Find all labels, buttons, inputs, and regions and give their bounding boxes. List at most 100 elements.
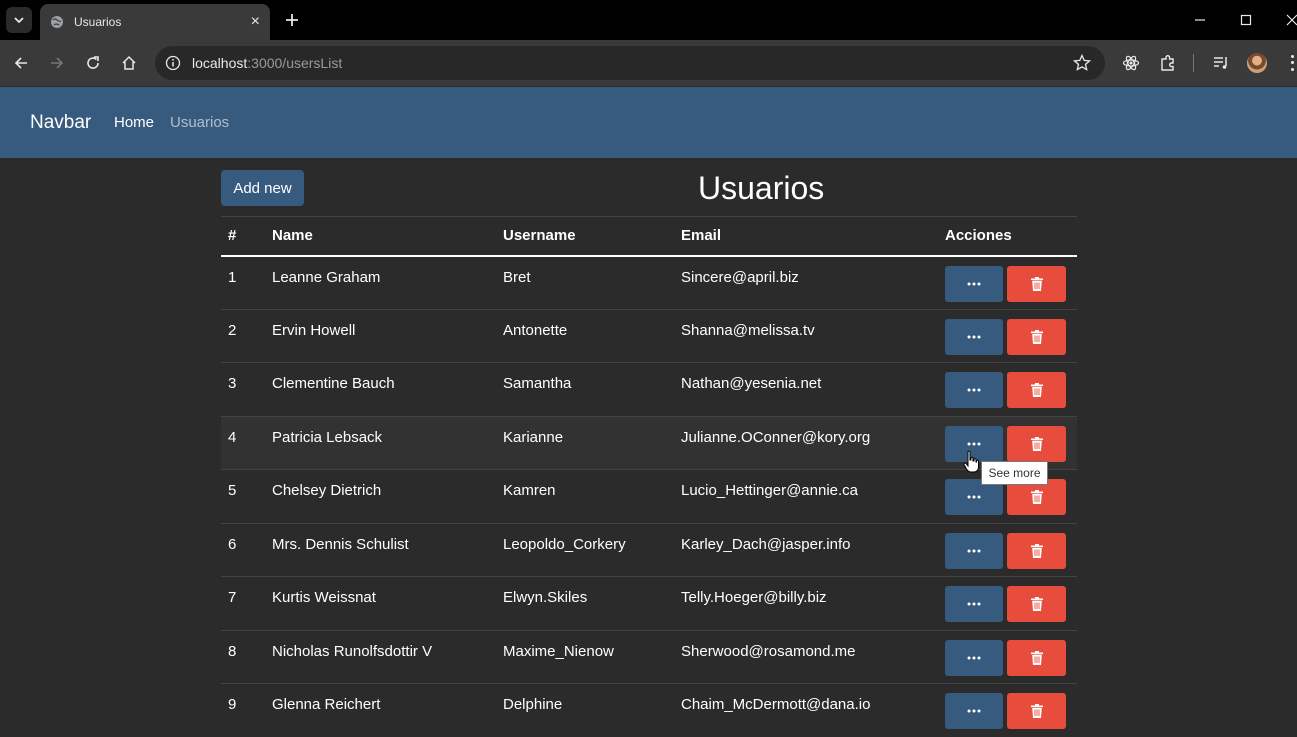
cell-id: 7 <box>221 577 265 631</box>
cell-email: Chaim_McDermott@dana.io <box>674 684 938 737</box>
nav-link-usuarios[interactable]: Usuarios <box>170 114 229 131</box>
see-more-button[interactable] <box>945 693 1003 729</box>
trash-icon <box>1031 277 1043 291</box>
arrow-right-icon <box>49 55 65 71</box>
cell-name: Patricia Lebsack <box>265 416 496 470</box>
table-row: 6Mrs. Dennis SchulistLeopoldo_CorkeryKar… <box>221 523 1077 577</box>
cell-id: 5 <box>221 470 265 524</box>
table-row: 7Kurtis WeissnatElwyn.SkilesTelly.Hoeger… <box>221 577 1077 631</box>
page-title: Usuarios <box>698 170 824 207</box>
globe-icon <box>50 15 64 29</box>
table-row: 4Patricia LebsackKarianneJulianne.OConne… <box>221 416 1077 470</box>
add-new-button[interactable]: Add new <box>221 170 304 206</box>
delete-button[interactable] <box>1007 426 1066 462</box>
cell-name: Nicholas Runolfsdottir V <box>265 630 496 684</box>
cell-email: Nathan@yesenia.net <box>674 363 938 417</box>
arrow-left-icon <box>13 55 29 71</box>
see-more-button[interactable] <box>945 533 1003 569</box>
profile-avatar[interactable] <box>1247 53 1267 73</box>
minimize-button[interactable] <box>1188 8 1212 32</box>
table-row: 9Glenna ReichertDelphineChaim_McDermott@… <box>221 684 1077 737</box>
app-navbar: Navbar Home Usuarios <box>0 87 1297 158</box>
close-tab-icon[interactable]: × <box>251 14 260 30</box>
delete-button[interactable] <box>1007 319 1066 355</box>
reload-button[interactable] <box>81 51 105 75</box>
cell-email: Telly.Hoeger@billy.biz <box>674 577 938 631</box>
close-window-button[interactable] <box>1280 8 1297 32</box>
reload-icon <box>85 55 101 71</box>
table-row: 3Clementine BauchSamanthaNathan@yesenia.… <box>221 363 1077 417</box>
cell-actions <box>938 523 1077 577</box>
close-icon <box>1286 14 1297 26</box>
tab-title: Usuarios <box>74 15 251 29</box>
cell-id: 2 <box>221 309 265 363</box>
trash-icon <box>1031 544 1043 558</box>
maximize-icon <box>1240 14 1252 26</box>
table-row: 2Ervin HowellAntonetteShanna@melissa.tv <box>221 309 1077 363</box>
media-controls-button[interactable] <box>1211 53 1231 73</box>
forward-button[interactable] <box>45 51 69 75</box>
cell-id: 8 <box>221 630 265 684</box>
react-devtools-icon[interactable] <box>1121 53 1141 73</box>
cell-actions <box>938 630 1077 684</box>
maximize-button[interactable] <box>1234 8 1258 32</box>
trash-icon <box>1031 651 1043 665</box>
ellipsis-icon <box>967 709 981 713</box>
see-more-tooltip: See more <box>981 461 1048 485</box>
address-bar[interactable]: localhost:3000/usersList <box>155 46 1105 80</box>
trash-icon <box>1031 383 1043 397</box>
table-row: 8Nicholas Runolfsdottir VMaxime_NienowSh… <box>221 630 1077 684</box>
cell-username: Elwyn.Skiles <box>496 577 674 631</box>
see-more-button[interactable] <box>945 586 1003 622</box>
cell-id: 1 <box>221 256 265 310</box>
delete-button[interactable] <box>1007 533 1066 569</box>
delete-button[interactable] <box>1007 586 1066 622</box>
home-button[interactable] <box>117 51 141 75</box>
cell-actions <box>938 309 1077 363</box>
info-icon[interactable] <box>165 55 181 71</box>
cell-email: Sherwood@rosamond.me <box>674 630 938 684</box>
browser-toolbar: localhost:3000/usersList <box>0 40 1297 86</box>
cell-email: Julianne.OConner@kory.org <box>674 416 938 470</box>
delete-button[interactable] <box>1007 372 1066 408</box>
tab-search-button[interactable] <box>6 7 32 33</box>
new-tab-button[interactable] <box>280 8 304 32</box>
see-more-button[interactable] <box>945 372 1003 408</box>
cell-username: Bret <box>496 256 674 310</box>
browser-tab[interactable]: Usuarios × <box>40 4 270 40</box>
navbar-brand[interactable]: Navbar <box>30 112 91 134</box>
plus-icon <box>285 13 299 27</box>
extensions-button[interactable] <box>1158 53 1178 73</box>
cell-name: Chelsey Dietrich <box>265 470 496 524</box>
cell-actions <box>938 363 1077 417</box>
cell-name: Mrs. Dennis Schulist <box>265 523 496 577</box>
ellipsis-icon <box>967 282 981 286</box>
cell-id: 4 <box>221 416 265 470</box>
see-more-button[interactable] <box>945 266 1003 302</box>
ellipsis-icon <box>967 549 981 553</box>
nav-link-home[interactable]: Home <box>114 114 154 131</box>
delete-button[interactable] <box>1007 266 1066 302</box>
cell-name: Ervin Howell <box>265 309 496 363</box>
delete-button[interactable] <box>1007 693 1066 729</box>
cell-actions <box>938 256 1077 310</box>
ellipsis-icon <box>967 495 981 499</box>
ellipsis-icon <box>967 602 981 606</box>
ellipsis-icon <box>967 656 981 660</box>
cell-username: Karianne <box>496 416 674 470</box>
chevron-down-icon <box>13 14 25 26</box>
cell-id: 9 <box>221 684 265 737</box>
minimize-icon <box>1194 14 1206 26</box>
star-icon[interactable] <box>1073 54 1091 72</box>
users-table: # Name Username Email Acciones 1Leanne G… <box>221 216 1077 737</box>
see-more-button[interactable] <box>945 319 1003 355</box>
delete-button[interactable] <box>1007 640 1066 676</box>
see-more-button[interactable] <box>945 640 1003 676</box>
cell-email: Sincere@april.biz <box>674 256 938 310</box>
back-button[interactable] <box>9 51 33 75</box>
browser-menu-icon[interactable] <box>1288 53 1297 73</box>
puzzle-icon <box>1159 54 1177 72</box>
cell-name: Glenna Reichert <box>265 684 496 737</box>
table-header-row: # Name Username Email Acciones <box>221 217 1077 256</box>
column-header-username: Username <box>496 217 674 256</box>
